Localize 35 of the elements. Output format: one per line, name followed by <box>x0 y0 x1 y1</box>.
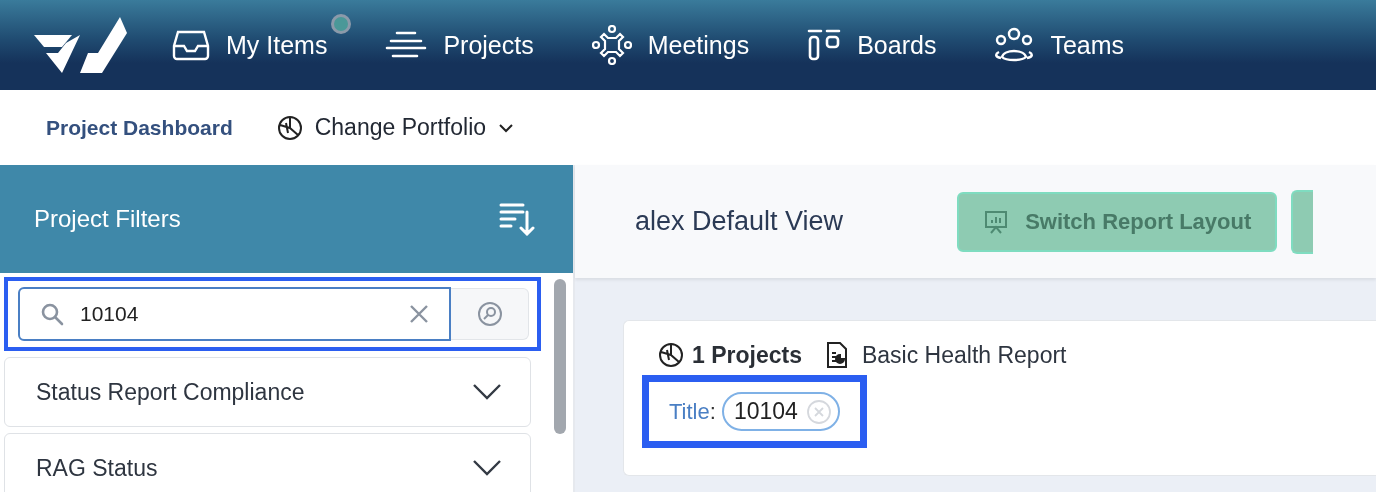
search-button[interactable] <box>451 288 529 340</box>
pie-chart-icon <box>658 342 684 368</box>
search-icon <box>40 302 64 326</box>
portfolio-dropdown[interactable]: Change Portfolio <box>276 114 515 141</box>
pie-chart-icon <box>276 114 303 141</box>
filter-accordion[interactable]: RAG Status <box>4 433 531 492</box>
view-title: alex Default View <box>635 206 844 237</box>
nav-link[interactable]: Teams <box>994 27 1125 63</box>
nav-link[interactable]: Boards <box>807 28 937 62</box>
filter-accordion[interactable]: Status Report Compliance <box>4 357 531 427</box>
scrollbar-thumb[interactable] <box>554 279 566 434</box>
search-bar[interactable]: 10104 <box>18 287 451 341</box>
chevron-down-icon <box>498 122 515 133</box>
breadcrumb-link[interactable]: Project Dashboard <box>46 115 233 140</box>
people-circle-icon <box>591 25 632 65</box>
nav-link[interactable]: My Items <box>172 28 328 62</box>
lines-icon <box>385 30 428 60</box>
button-edge[interactable] <box>1291 189 1314 254</box>
inbox-icon <box>172 28 210 62</box>
filter-separator: : <box>709 398 716 425</box>
nav-link[interactable]: Meetings <box>591 25 750 65</box>
close-icon[interactable] <box>409 304 429 324</box>
panel-title: Project Filters <box>34 205 181 233</box>
board-columns-icon <box>807 28 842 62</box>
report-name: Basic Health Report <box>861 341 1067 369</box>
nav-link[interactable]: Projects <box>385 30 534 60</box>
sort-icon[interactable] <box>499 202 535 236</box>
filter-chip[interactable]: 10104 <box>721 392 840 431</box>
search-input[interactable]: 10104 <box>78 301 395 327</box>
team-icon <box>994 27 1035 63</box>
filter-label: Title <box>669 398 710 425</box>
presentation-chart-icon <box>983 208 1010 235</box>
project-count: 1 Projects <box>692 341 802 369</box>
document-chart-icon <box>825 341 848 369</box>
search-icon <box>476 301 503 327</box>
